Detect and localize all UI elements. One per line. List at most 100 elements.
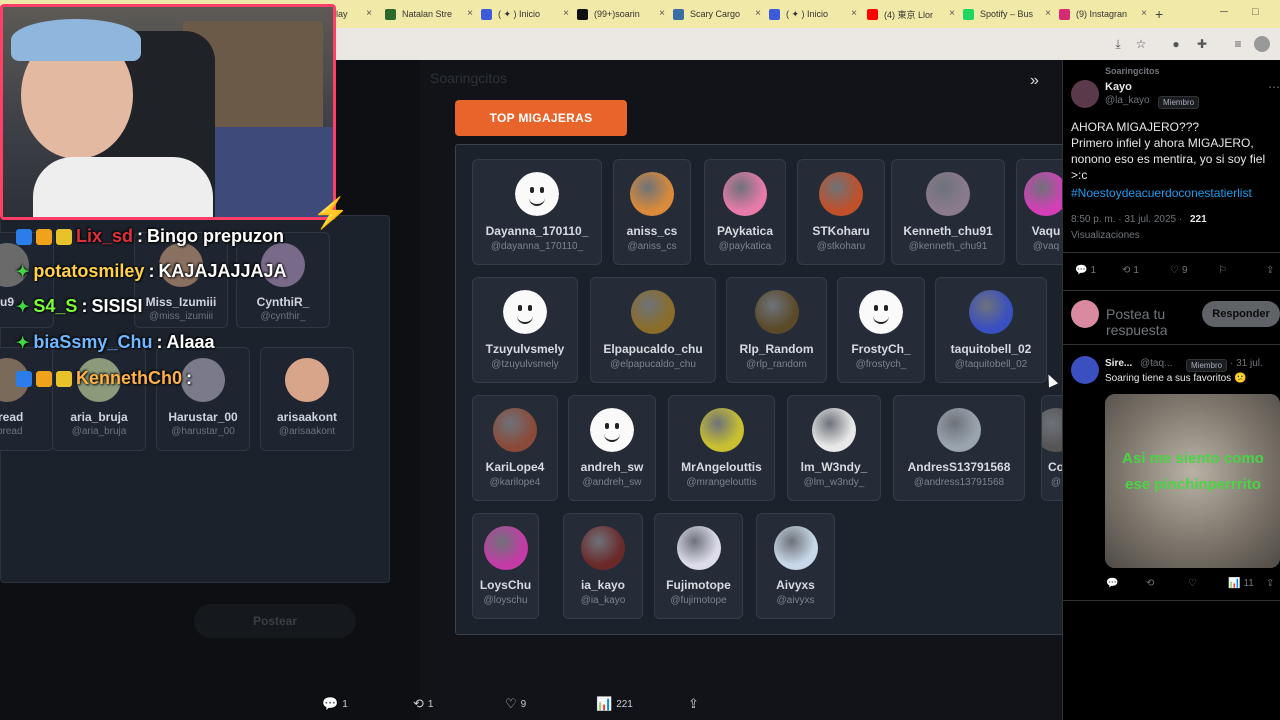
- member-card[interactable]: aria_bruja @aria_bruja: [52, 347, 146, 451]
- member-name: MrAngelouttis: [681, 460, 762, 474]
- close-tab-icon[interactable]: ×: [366, 8, 372, 19]
- more-options-icon[interactable]: ⋯: [1268, 80, 1280, 94]
- like-action[interactable]: ♡ 9: [505, 696, 526, 712]
- hashtag-link[interactable]: #Noestoydeacuerdoconestatierlist: [1071, 186, 1252, 200]
- browser-tab[interactable]: lay ×: [336, 4, 376, 24]
- member-card[interactable]: taquitobell_02 @taquitobell_02: [935, 277, 1047, 383]
- install-app-icon[interactable]: ⤓: [1110, 36, 1126, 52]
- own-avatar[interactable]: [1071, 300, 1099, 328]
- member-name: andreh_sw: [580, 460, 644, 474]
- sidebar-like-action[interactable]: ♡ 9: [1170, 265, 1188, 276]
- minimize-button[interactable]: ─: [1220, 6, 1228, 18]
- profile-avatar[interactable]: [1254, 36, 1270, 52]
- browser-tab[interactable]: ( ✦ ) Inicio ×: [769, 4, 861, 24]
- member-card[interactable]: Tzuyulvsmely @tzuyulvsmely: [472, 277, 578, 383]
- member-card[interactable]: arisaakont @arisaakont: [260, 347, 354, 451]
- meme-like-icon[interactable]: ♡: [1188, 578, 1197, 589]
- member-card[interactable]: Rlp_Random @rlp_random: [726, 277, 827, 383]
- bookmark-icon[interactable]: ⚐: [1218, 265, 1227, 276]
- repost-count: 1: [1133, 265, 1139, 276]
- member-card[interactable]: ia_kayo @ia_kayo: [563, 513, 643, 619]
- member-card[interactable]: Elpapucaldo_chu @elpapucaldo_chu: [590, 277, 716, 383]
- reply-input[interactable]: Postea tu: [1106, 306, 1165, 322]
- close-tab-icon[interactable]: ×: [467, 8, 473, 19]
- member-card[interactable]: LoysChu @loyschu: [472, 513, 539, 619]
- responder-button[interactable]: Responder: [1202, 301, 1280, 327]
- maximize-button[interactable]: □: [1252, 6, 1259, 18]
- browser-tab[interactable]: (9) Instagran ×: [1059, 4, 1151, 24]
- tab-favicon-icon: [867, 8, 878, 20]
- post-button[interactable]: Postear: [194, 604, 356, 638]
- member-card[interactable]: lm_W3ndy_ @lm_w3ndy_: [787, 395, 881, 501]
- repost-action[interactable]: ⟲ 1: [413, 696, 433, 712]
- reply-action[interactable]: 💬 1: [322, 696, 348, 712]
- browser-tab[interactable]: Spotify – Bus ×: [963, 4, 1055, 24]
- meme-repost-icon[interactable]: ⟲: [1146, 578, 1154, 589]
- member-card[interactable]: MrAngelouttis @mrangelouttis: [668, 395, 775, 501]
- author-handle[interactable]: @la_kayo: [1105, 95, 1150, 106]
- member-name: bread: [0, 410, 24, 424]
- sidebar-reply-action[interactable]: 💬 1: [1075, 265, 1096, 276]
- member-card[interactable]: bread ebread: [0, 347, 54, 451]
- member-card[interactable]: Vaqu @vaq: [1016, 159, 1064, 265]
- member-card[interactable]: STKoharu @stkoharu: [797, 159, 885, 265]
- reply-author-handle[interactable]: @taq...: [1140, 358, 1172, 369]
- reply-author-avatar[interactable]: [1071, 356, 1099, 384]
- tab-label: lay: [336, 9, 348, 19]
- meme-views-action[interactable]: 📊 11: [1228, 578, 1254, 589]
- chat-username: Lix_sd: [76, 226, 134, 246]
- member-card[interactable]: KariLope4 @karilope4: [472, 395, 558, 501]
- member-handle: ebread: [0, 426, 23, 437]
- browser-tab[interactable]: Scary Cargo ×: [673, 4, 765, 24]
- member-card[interactable]: Aivyxs @aivyxs: [756, 513, 835, 619]
- close-tab-icon[interactable]: ×: [563, 8, 569, 19]
- close-tab-icon[interactable]: ×: [851, 8, 857, 19]
- member-card[interactable]: AndresS13791568 @andress13791568: [893, 395, 1025, 501]
- meme-image[interactable]: Asi me siento como ese pinchinperrrito: [1105, 394, 1280, 568]
- tweet-timestamp[interactable]: 8:50 p. m. · 31 jul. 2025 ·: [1071, 214, 1182, 225]
- browser-tab[interactable]: (99+)soarin ×: [577, 4, 669, 24]
- member-card[interactable]: PAykatica @paykatica: [704, 159, 786, 265]
- sidebar-repost-action[interactable]: ⟲ 1: [1122, 265, 1139, 276]
- member-card[interactable]: Kenneth_chu91 @kenneth_chu91: [891, 159, 1005, 265]
- extensions-puzzle-icon[interactable]: ✚: [1194, 36, 1210, 52]
- views-action[interactable]: 📊 221: [596, 696, 633, 712]
- member-card[interactable]: andreh_sw @andreh_sw: [568, 395, 656, 501]
- media-controls-icon[interactable]: ≡: [1230, 36, 1246, 52]
- browser-tab[interactable]: (4) 東京 Llor ×: [867, 4, 959, 24]
- member-handle: @frostych_: [855, 359, 907, 370]
- avatar: [819, 172, 863, 216]
- heart-icon: ♡: [1170, 265, 1179, 276]
- chat-badge-icon: [16, 370, 32, 387]
- member-name: Rlp_Random: [739, 342, 814, 356]
- member-card[interactable]: Harustar_00 @harustar_00: [156, 347, 250, 451]
- new-tab-button[interactable]: +: [1155, 6, 1163, 22]
- meme-caption: Asi me siento como ese pinchinperrrito: [1122, 450, 1264, 493]
- meme-reply-icon[interactable]: 💬: [1106, 578, 1118, 589]
- community-label: Soaringcitos: [1105, 66, 1160, 76]
- member-card[interactable]: aniss_cs @aniss_cs: [613, 159, 691, 265]
- author-name[interactable]: Kayo: [1105, 81, 1132, 93]
- close-tab-icon[interactable]: ×: [659, 8, 665, 19]
- member-card[interactable]: Dayanna_170110_ @dayanna_170110_: [472, 159, 602, 265]
- share-icon[interactable]: ⇪: [1266, 265, 1274, 276]
- divider: [1062, 290, 1280, 291]
- close-tab-icon[interactable]: ×: [755, 8, 761, 19]
- close-tab-icon[interactable]: ×: [949, 8, 955, 19]
- member-card[interactable]: FrostyCh_ @frostych_: [837, 277, 925, 383]
- browser-tab[interactable]: Natalan Stre ×: [385, 4, 477, 24]
- author-avatar[interactable]: [1071, 80, 1099, 108]
- bookmark-star-icon[interactable]: ☆: [1133, 36, 1149, 52]
- member-name: lm_W3ndy_: [800, 460, 868, 474]
- extension-circle-icon[interactable]: ●: [1168, 36, 1184, 52]
- blue-cap: [11, 19, 141, 61]
- reply-author-name[interactable]: Sire...: [1105, 358, 1132, 369]
- close-tab-icon[interactable]: ×: [1045, 8, 1051, 19]
- browser-tab[interactable]: ( ✦ ) Inicio ×: [481, 4, 573, 24]
- close-tab-icon[interactable]: ×: [1141, 8, 1147, 19]
- meme-share-icon[interactable]: ⇪: [1266, 578, 1274, 589]
- share-action[interactable]: ⇪: [688, 696, 699, 712]
- top-migajeras-button[interactable]: TOP MIGAJERAS: [455, 100, 627, 136]
- expand-chevrons-icon[interactable]: »: [1030, 72, 1039, 90]
- member-card[interactable]: Fujimotope @fujimotope: [654, 513, 743, 619]
